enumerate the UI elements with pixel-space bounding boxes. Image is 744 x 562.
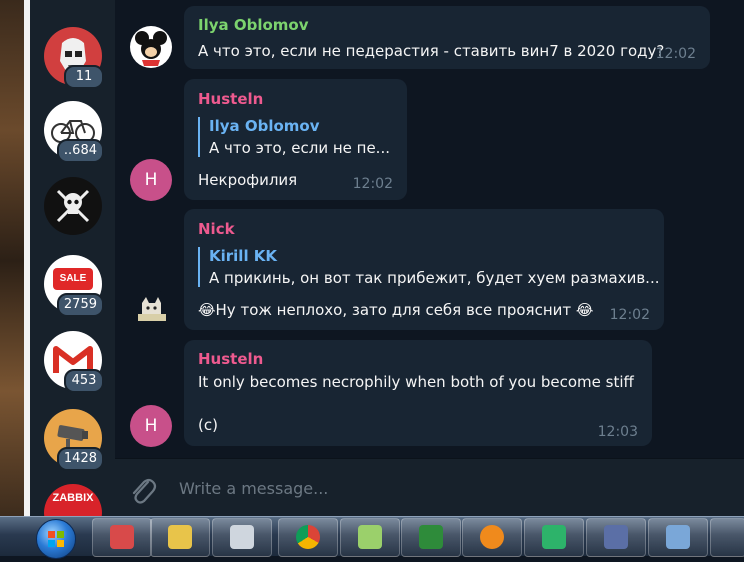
message-input[interactable]: Write a message... [179, 479, 328, 498]
message-time: 12:02 [609, 307, 650, 323]
message-author[interactable]: Husteln [198, 350, 263, 368]
taskbar-app-veeam[interactable] [524, 518, 584, 557]
message-time: 12:02 [655, 46, 696, 62]
message-composer: Write a message... [115, 458, 744, 523]
taskbar-app-vim[interactable] [401, 518, 461, 557]
taskbar-app-chrome[interactable] [278, 518, 338, 557]
mickey-mouse-icon [135, 31, 167, 66]
unread-badge: 2759 [56, 293, 104, 317]
remote-desktop-icon [666, 525, 690, 549]
message-text: А что это, если не педерастия - ставить … [198, 42, 665, 60]
message-bubble[interactable]: Nick Kirill KK А прикинь, он вот так при… [184, 209, 664, 330]
chat-item-gmail[interactable]: 453 [44, 331, 104, 393]
network-icon [230, 525, 254, 549]
snipping-tool-icon [110, 525, 134, 549]
tears-of-joy-emoji: 😂 [198, 301, 216, 319]
message-text: Ну тож неплохо, зато для себя все проясн… [215, 301, 572, 319]
sender-avatar[interactable] [130, 289, 172, 331]
chat-item-bicycle[interactable]: ..684 [44, 101, 104, 163]
windows-logo-icon [48, 531, 64, 547]
sender-avatar[interactable]: H [130, 405, 172, 447]
taskbar-app-network[interactable] [212, 518, 272, 557]
sale-tag-icon: SALE [53, 268, 93, 290]
unread-badge: 11 [64, 65, 104, 89]
taskbar-app-remote-desktop[interactable] [648, 518, 708, 557]
reply-author: Ilya Oblomov [209, 117, 320, 135]
unread-badge: ..684 [56, 139, 104, 163]
message-author[interactable]: Husteln [198, 90, 263, 108]
reply-author: Kirill KK [209, 247, 278, 265]
vim-icon [419, 525, 443, 549]
avatar [44, 177, 102, 235]
zabbix-logo: ZABBIX [52, 492, 94, 504]
sender-avatar[interactable]: H [130, 159, 172, 201]
chat-item-camera[interactable]: 1428 [44, 409, 104, 471]
reply-text: А прикинь, он вот так прибежит, будет ху… [209, 269, 660, 287]
taskbar-app-explorer[interactable] [150, 518, 210, 557]
message-bubble[interactable]: Ilya Oblomov А что это, если не педераст… [184, 6, 710, 69]
attach-icon[interactable] [128, 473, 158, 511]
skull-crossbones-icon [56, 189, 90, 223]
reply-quote[interactable]: Ilya Oblomov А что это, если не пе... [198, 117, 390, 157]
windows-taskbar [0, 516, 744, 559]
sender-avatar[interactable] [130, 26, 172, 68]
folder-icon [168, 525, 192, 549]
reply-text: А что это, если не пе... [209, 139, 390, 157]
chat-list-sidebar: 11 ..684 SALE 2759 453 1428 ZABBIX [30, 0, 115, 522]
message-time: 12:02 [352, 176, 393, 192]
taskbar-app-snipping-tool[interactable] [92, 518, 152, 557]
chat-item-sale[interactable]: SALE 2759 [44, 255, 104, 317]
unread-badge: 453 [64, 369, 104, 393]
message-text: Некрофилия [198, 171, 298, 189]
taskbar-app-notepad-plus[interactable] [340, 518, 400, 557]
message-text-line: 😂Ну тож неплохо, зато для себя все прояс… [198, 301, 593, 319]
message-text: It only becomes necrophily when both of … [198, 373, 634, 391]
chat-item-jolly-roger[interactable] [44, 177, 102, 235]
message-bubble[interactable]: Husteln Ilya Oblomov А что это, если не … [184, 79, 407, 200]
veeam-icon [542, 525, 566, 549]
message-bubble[interactable]: Husteln It only becomes necrophily when … [184, 340, 652, 446]
taskbar-app-overflow[interactable] [710, 518, 744, 557]
message-time: 12:03 [597, 424, 638, 440]
lock-icon [604, 525, 628, 549]
taskbar-app-keepass[interactable] [586, 518, 646, 557]
tears-of-joy-emoji: 😂 [575, 301, 594, 319]
cat-sticker-icon [138, 297, 166, 321]
chat-history: Ilya Oblomov А что это, если не педераст… [115, 0, 744, 522]
unread-badge: 1428 [56, 447, 104, 471]
chat-item-stormtrooper[interactable]: 11 [44, 27, 104, 89]
reply-quote[interactable]: Kirill KK А прикинь, он вот так прибежит… [198, 247, 660, 287]
notepad-plus-icon [358, 525, 382, 549]
flame-icon [480, 525, 504, 549]
message-author[interactable]: Ilya Oblomov [198, 16, 309, 34]
start-button[interactable] [36, 519, 76, 559]
taskbar-app-firefox[interactable] [462, 518, 522, 557]
message-text-signature: (c) [198, 416, 218, 434]
chrome-icon [296, 525, 320, 549]
message-author[interactable]: Nick [198, 220, 235, 238]
